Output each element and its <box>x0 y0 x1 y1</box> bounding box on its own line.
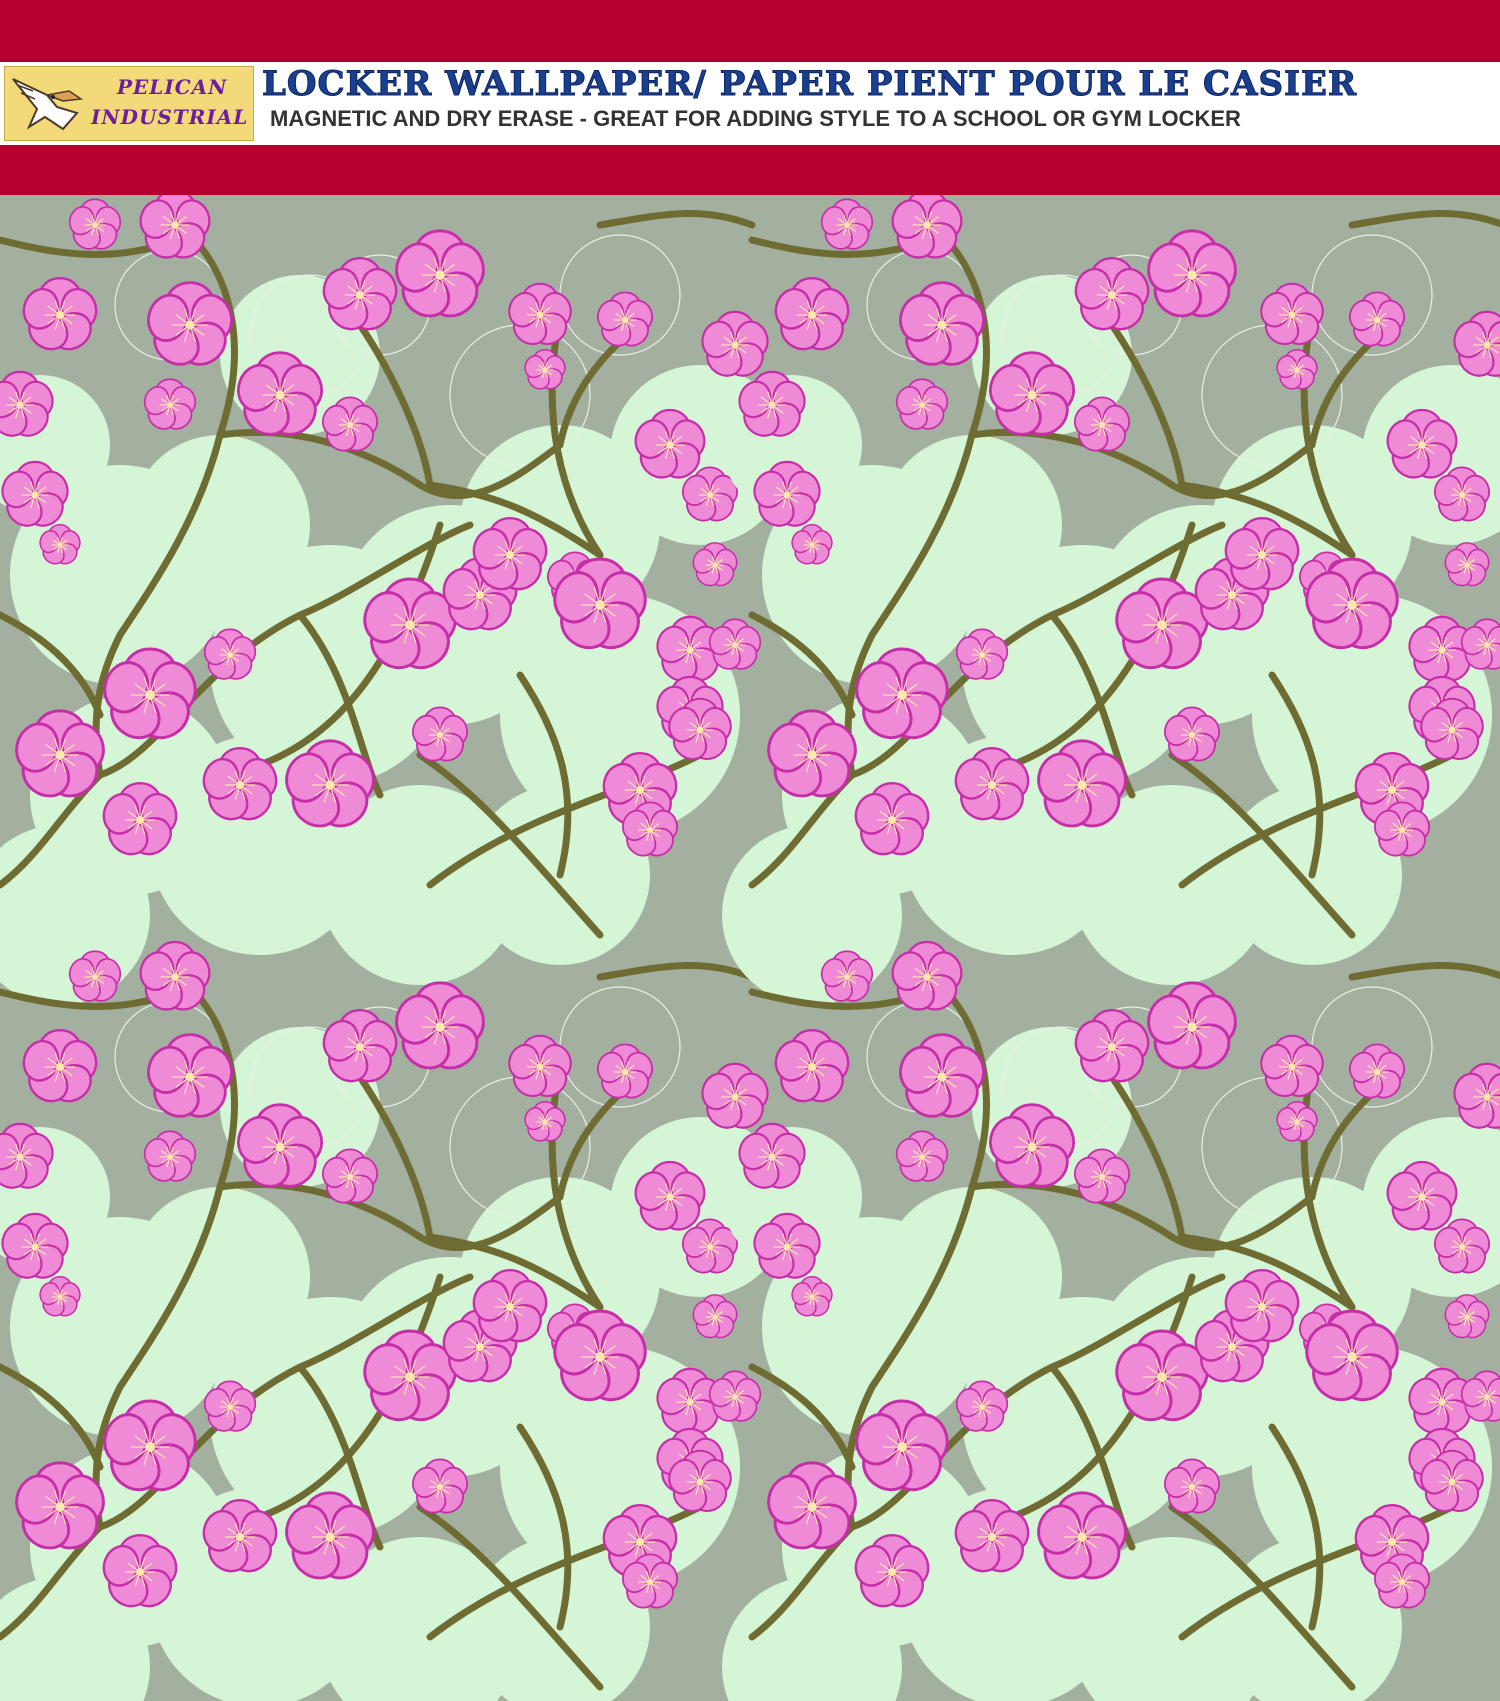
wallpaper-pattern <box>0 195 1500 1701</box>
logo-text-line2: INDUSTRIAL <box>91 105 249 129</box>
pattern-tile <box>722 195 1500 1005</box>
pattern-tile <box>722 940 1500 1701</box>
header-banner: PELICAN INDUSTRIAL LOCKER WALLPAPER/ PAP… <box>0 62 1500 145</box>
pelican-icon <box>12 78 84 131</box>
brand-logo: PELICAN INDUSTRIAL <box>4 66 254 141</box>
bottom-red-band <box>0 145 1500 195</box>
page-title: LOCKER WALLPAPER/ PAPER PIENT POUR LE CA… <box>262 64 1358 105</box>
page-subtitle: MAGNETIC AND DRY ERASE - GREAT FOR ADDIN… <box>270 106 1241 131</box>
logo-text-line1: PELICAN <box>117 75 228 99</box>
top-red-band <box>0 0 1500 62</box>
